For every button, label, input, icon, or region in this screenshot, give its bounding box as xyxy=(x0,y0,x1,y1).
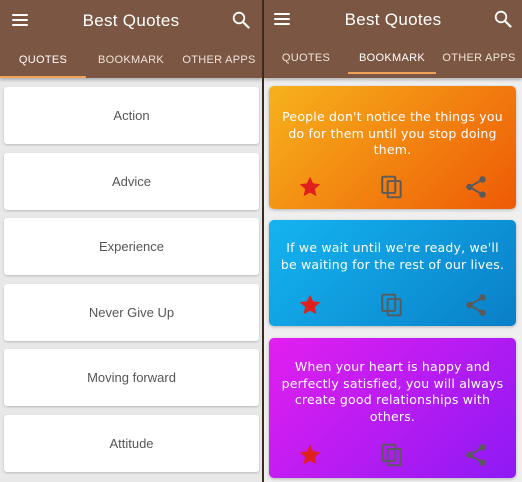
share-icon[interactable] xyxy=(463,174,489,200)
search-icon[interactable] xyxy=(494,10,512,28)
quote-text: When your heart is happy and perfectly s… xyxy=(281,359,504,424)
category-item-never-give-up[interactable]: Never Give Up xyxy=(4,284,259,341)
copy-icon[interactable] xyxy=(379,292,405,318)
tab-quotes[interactable]: QUOTES xyxy=(0,42,86,78)
tab-bar: QUOTES BOOKMARK OTHER APPS xyxy=(264,40,522,78)
app-bar: Best Quotes xyxy=(264,0,522,40)
search-icon[interactable] xyxy=(232,11,250,29)
share-icon[interactable] xyxy=(463,292,489,318)
quote-card: If we wait until we're ready, we'll be w… xyxy=(269,220,516,326)
tab-bookmark[interactable]: BOOKMARK xyxy=(86,42,176,78)
quote-text: People don't notice the things you do fo… xyxy=(282,109,503,157)
quote-actions xyxy=(269,174,516,204)
quote-actions xyxy=(269,442,516,472)
right-screen: Best Quotes QUOTES BOOKMARK OTHER APPS P… xyxy=(264,0,522,482)
quote-card: People don't notice the things you do fo… xyxy=(269,86,516,209)
category-list: Action Advice Experience Never Give Up M… xyxy=(0,78,262,482)
tab-label: OTHER APPS xyxy=(182,54,256,66)
category-label: Attitude xyxy=(109,436,154,451)
category-item-advice[interactable]: Advice xyxy=(4,153,259,210)
category-item-attitude[interactable]: Attitude xyxy=(4,415,259,472)
tab-quotes[interactable]: QUOTES xyxy=(264,40,348,78)
app-bar: Best Quotes xyxy=(0,0,262,42)
star-icon[interactable] xyxy=(297,292,323,318)
tab-bar: QUOTES BOOKMARK OTHER APPS xyxy=(0,42,262,78)
quote-text: If we wait until we're ready, we'll be w… xyxy=(280,240,505,272)
left-screen: Best Quotes QUOTES BOOKMARK OTHER APPS A… xyxy=(0,0,262,482)
copy-icon[interactable] xyxy=(379,442,405,468)
star-icon[interactable] xyxy=(297,174,323,200)
app-title: Best Quotes xyxy=(82,11,180,30)
bookmark-list: People don't notice the things you do fo… xyxy=(264,78,522,482)
category-label: Action xyxy=(113,108,150,123)
star-icon[interactable] xyxy=(297,442,323,468)
copy-icon[interactable] xyxy=(379,174,405,200)
category-item-experience[interactable]: Experience xyxy=(4,218,259,275)
category-label: Moving forward xyxy=(87,370,176,385)
tab-other-apps[interactable]: OTHER APPS xyxy=(436,40,522,78)
tab-other-apps[interactable]: OTHER APPS xyxy=(176,42,262,78)
category-label: Never Give Up xyxy=(88,305,175,320)
tab-label: BOOKMARK xyxy=(98,54,164,66)
tab-label: QUOTES xyxy=(18,54,68,66)
tab-bookmark[interactable]: BOOKMARK xyxy=(348,40,436,78)
quote-card: When your heart is happy and perfectly s… xyxy=(269,338,516,478)
app-title: Best Quotes xyxy=(344,10,442,29)
category-label: Advice xyxy=(111,174,152,189)
tab-label: BOOKMARK xyxy=(359,52,425,64)
quote-actions xyxy=(269,292,516,322)
category-label: Experience xyxy=(98,239,165,254)
category-item-moving-forward[interactable]: Moving forward xyxy=(4,349,259,406)
category-item-action[interactable]: Action xyxy=(4,87,259,144)
tab-indicator xyxy=(348,72,436,74)
tab-label: OTHER APPS xyxy=(442,52,516,64)
share-icon[interactable] xyxy=(463,442,489,468)
tab-label: QUOTES xyxy=(281,52,331,64)
